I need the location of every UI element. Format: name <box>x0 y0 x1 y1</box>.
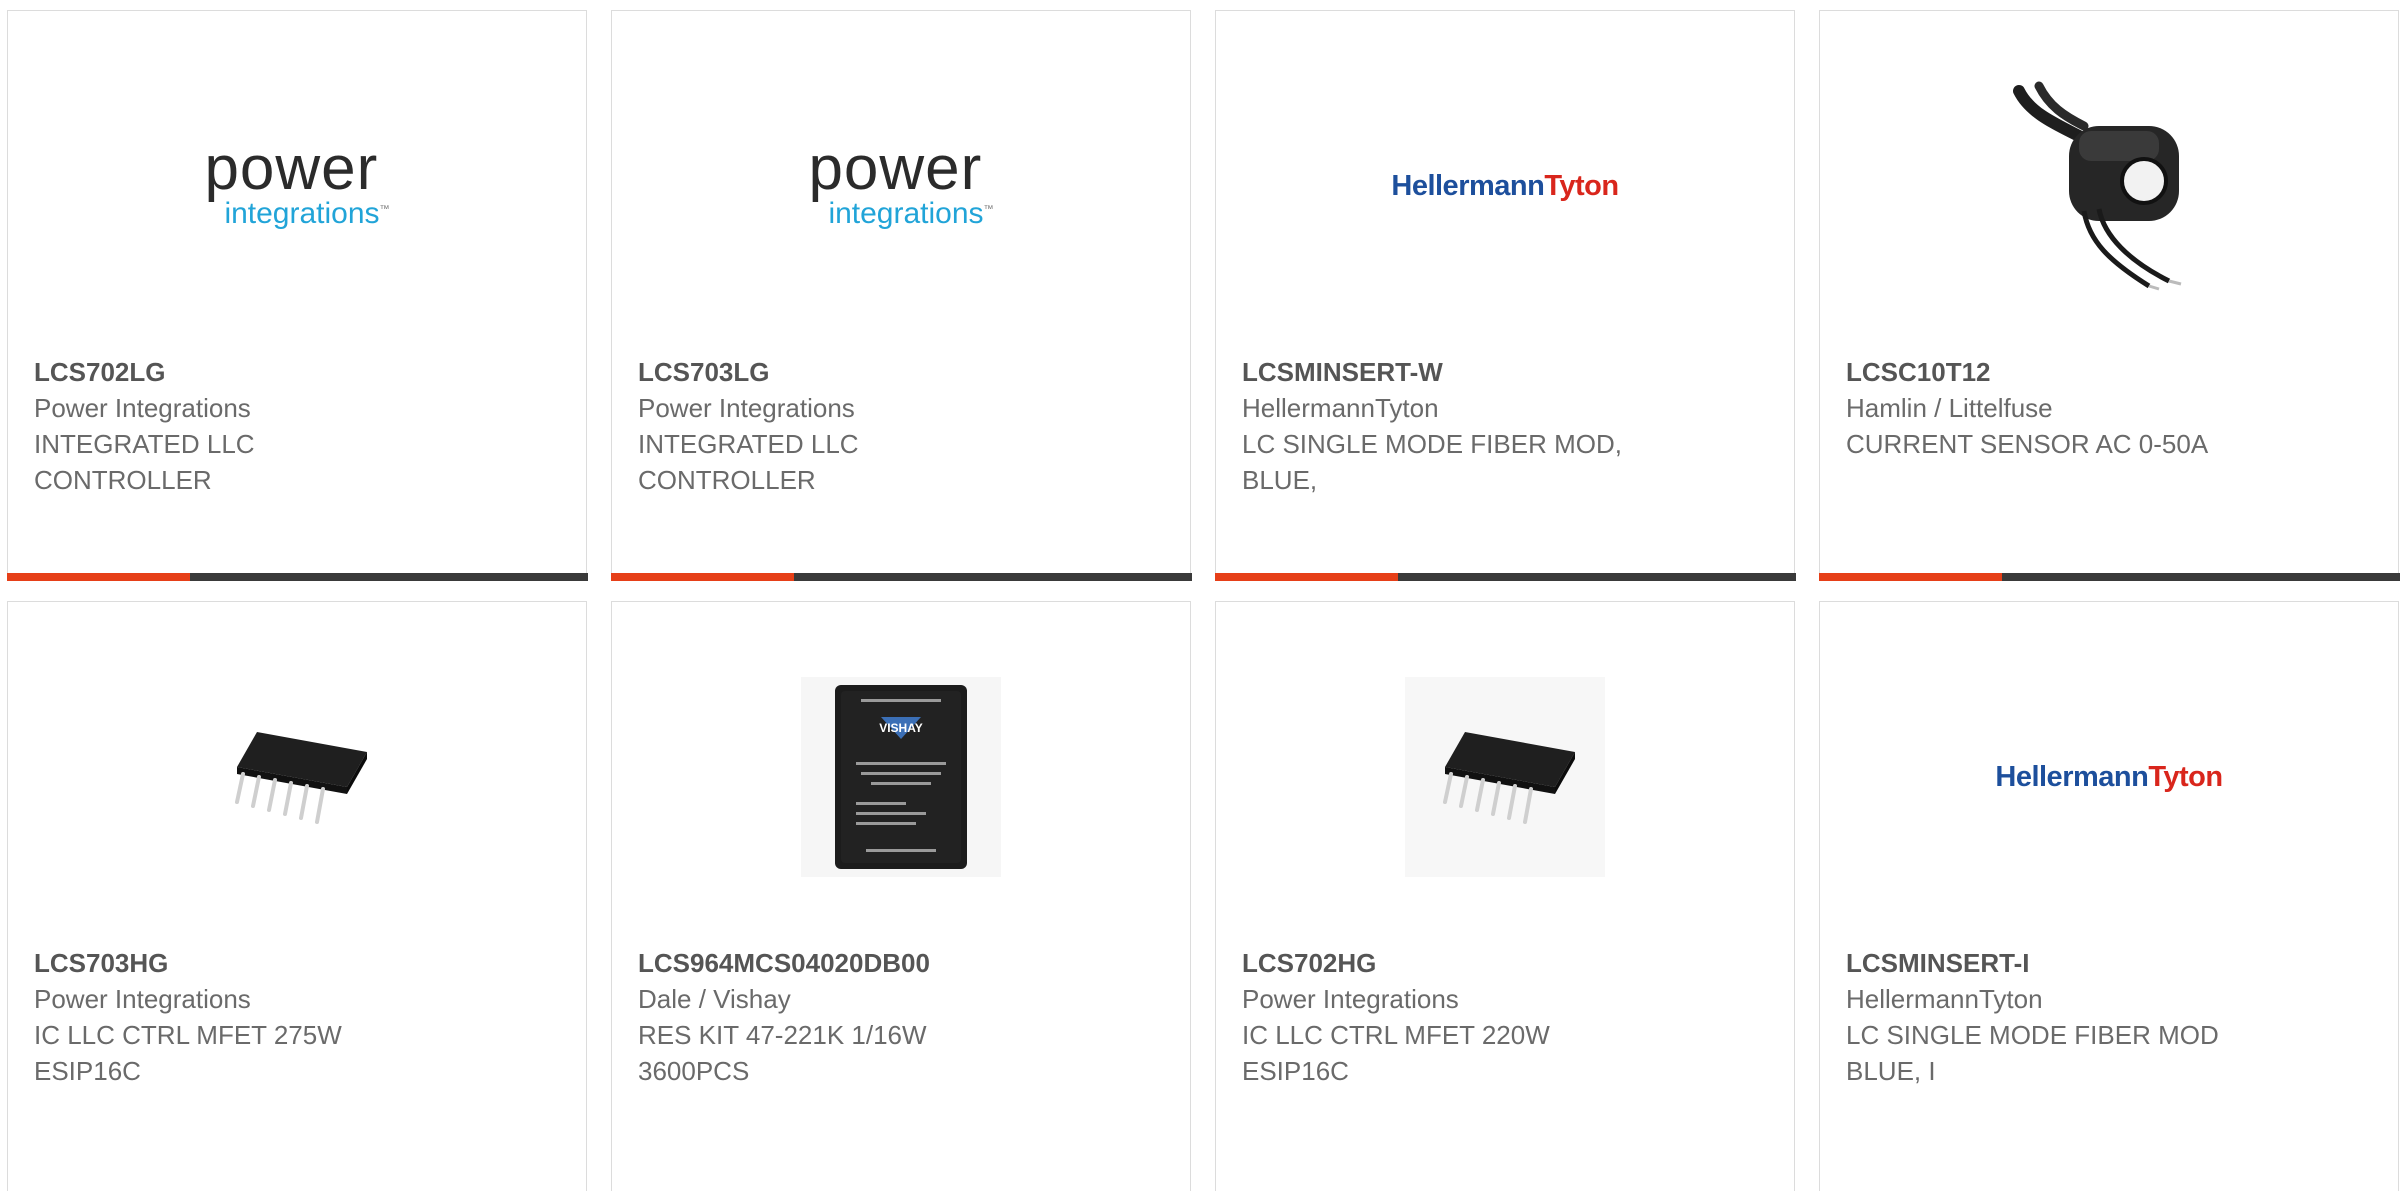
product-info: LCSMINSERT-I HellermannTyton LC SINGLE M… <box>1846 945 2372 1089</box>
ic-chip-icon <box>235 732 367 824</box>
product-image[interactable]: power integrations™ <box>8 61 586 311</box>
hellermanntyton-logo: HellermannTyton <box>1391 169 1619 202</box>
product-image[interactable]: HellermannTyton <box>1820 652 2398 902</box>
accent-bar <box>1214 573 1398 581</box>
product-info: LCS703HG Power Integrations IC LLC CTRL … <box>34 945 560 1089</box>
part-number[interactable]: LCS703LG <box>638 354 1164 390</box>
accent-bar <box>610 573 794 581</box>
manufacturer: Hamlin / Littelfuse <box>1846 393 2053 423</box>
resistor-kit-icon: VISHAY <box>801 677 1001 877</box>
product-info: LCS964MCS04020DB00 Dale / Vishay RES KIT… <box>638 945 1164 1089</box>
product-card[interactable]: power integrations™ LCS702LG Power Integ… <box>6 10 588 581</box>
description: CURRENT SENSOR AC 0-50A <box>1846 429 2209 459</box>
part-number[interactable]: LCSC10T12 <box>1846 354 2372 390</box>
manufacturer: Power Integrations <box>1242 984 1459 1014</box>
description: LC SINGLE MODE FIBER MOD, BLUE, <box>1242 429 1622 495</box>
part-number[interactable]: LCS964MCS04020DB00 <box>638 945 1164 981</box>
description: LC SINGLE MODE FIBER MOD BLUE, I <box>1846 1020 2219 1086</box>
description: IC LLC CTRL MFET 275W ESIP16C <box>34 1020 342 1086</box>
card-footer-bar <box>1214 573 1796 581</box>
manufacturer: Power Integrations <box>34 393 251 423</box>
product-image[interactable] <box>1216 652 1794 902</box>
part-number[interactable]: LCSMINSERT-W <box>1242 354 1768 390</box>
current-sensor-icon <box>2009 81 2209 291</box>
description: INTEGRATED LLC CONTROLLER <box>638 429 859 495</box>
product-card[interactable]: LCSC10T12 Hamlin / Littelfuse CURRENT SE… <box>1818 10 2400 581</box>
hellermanntyton-logo: HellermannTyton <box>1995 760 2223 793</box>
product-image[interactable] <box>8 652 586 902</box>
part-number[interactable]: LCS703HG <box>34 945 560 981</box>
accent-bar <box>1818 573 2002 581</box>
product-info: LCS702HG Power Integrations IC LLC CTRL … <box>1242 945 1768 1089</box>
logo-line2: integrations <box>828 197 984 230</box>
logo-line1: power <box>204 134 379 203</box>
product-card[interactable]: power integrations™ LCS703LG Power Integ… <box>610 10 1192 581</box>
product-info: LCSC10T12 Hamlin / Littelfuse CURRENT SE… <box>1846 354 2372 462</box>
description: IC LLC CTRL MFET 220W ESIP16C <box>1242 1020 1550 1086</box>
product-info: LCS702LG Power Integrations INTEGRATED L… <box>34 354 560 498</box>
product-grid: power integrations™ LCS702LG Power Integ… <box>6 10 2400 1191</box>
product-info: LCS703LG Power Integrations INTEGRATED L… <box>638 354 1164 498</box>
vishay-logo-text: VISHAY <box>879 721 923 735</box>
part-number[interactable]: LCS702HG <box>1242 945 1768 981</box>
product-card[interactable]: LCS702HG Power Integrations IC LLC CTRL … <box>1215 601 1795 1191</box>
product-card[interactable]: HellermannTyton LCSMINSERT-W HellermannT… <box>1214 10 1796 581</box>
manufacturer: Dale / Vishay <box>638 984 791 1014</box>
product-image[interactable] <box>1820 71 2398 301</box>
product-card[interactable]: VISHAY LCS964MCS04020DB00 Dale / Vishay … <box>611 601 1191 1191</box>
manufacturer: HellermannTyton <box>1846 984 2043 1014</box>
manufacturer: Power Integrations <box>34 984 251 1014</box>
description: INTEGRATED LLC CONTROLLER <box>34 429 255 495</box>
power-integrations-logo: power integrations™ <box>204 134 390 230</box>
part-number[interactable]: LCS702LG <box>34 354 560 390</box>
trademark: ™ <box>379 204 390 215</box>
logo-line2: integrations <box>224 197 380 230</box>
accent-bar <box>6 573 190 581</box>
product-image[interactable]: HellermannTyton <box>1216 61 1794 311</box>
manufacturer: HellermannTyton <box>1242 393 1439 423</box>
card-footer-bar <box>1818 573 2400 581</box>
card-footer-bar <box>610 573 1192 581</box>
product-card[interactable]: LCS703HG Power Integrations IC LLC CTRL … <box>7 601 587 1191</box>
product-info: LCSMINSERT-W HellermannTyton LC SINGLE M… <box>1242 354 1768 498</box>
logo-line1: power <box>808 134 983 203</box>
part-number[interactable]: LCSMINSERT-I <box>1846 945 2372 981</box>
description: RES KIT 47-221K 1/16W 3600PCS <box>638 1020 927 1086</box>
product-image[interactable]: VISHAY <box>612 652 1190 902</box>
power-integrations-logo: power integrations™ <box>808 134 994 230</box>
product-card[interactable]: HellermannTyton LCSMINSERT-I HellermannT… <box>1819 601 2399 1191</box>
ic-chip-icon <box>1405 677 1605 877</box>
manufacturer: Power Integrations <box>638 393 855 423</box>
card-footer-bar <box>6 573 588 581</box>
product-image[interactable]: power integrations™ <box>612 61 1190 311</box>
trademark: ™ <box>983 204 994 215</box>
